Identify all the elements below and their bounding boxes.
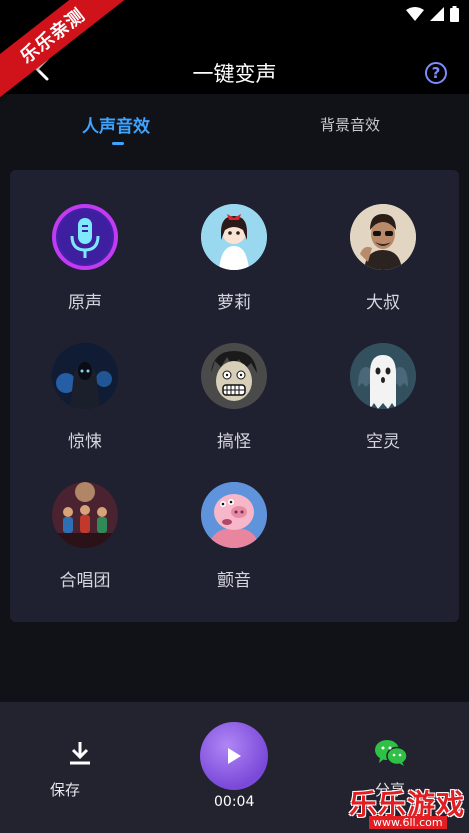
voice-item-funny[interactable]: 搞怪 xyxy=(164,343,304,452)
active-tab-indicator xyxy=(112,142,124,145)
voice-label: 萝莉 xyxy=(217,293,251,313)
voice-item-choir[interactable]: 合唱团 xyxy=(15,482,155,591)
voice-item-ethereal[interactable]: 空灵 xyxy=(313,343,453,452)
anime-girl-avatar xyxy=(201,204,267,270)
watermark-url: www.6ll.com xyxy=(369,816,447,829)
site-watermark: 乐乐游戏 www.6ll.com xyxy=(349,783,467,831)
download-icon xyxy=(70,742,90,765)
ghost-avatar xyxy=(350,343,416,409)
man-with-sunglasses-avatar xyxy=(350,204,416,270)
choir-band-avatar xyxy=(52,482,118,548)
voice-label: 原声 xyxy=(68,293,102,313)
save-label[interactable]: 保存 xyxy=(50,779,80,800)
playback-time: 00:04 xyxy=(214,794,255,810)
voice-item-loli[interactable]: 萝莉 xyxy=(164,204,304,313)
voice-item-uncle[interactable]: 大叔 xyxy=(313,204,453,313)
voice-label: 惊悚 xyxy=(68,432,102,452)
pig-avatar xyxy=(201,482,267,548)
page-title: 一键变声 xyxy=(192,62,277,86)
voice-item-original[interactable]: 原声 xyxy=(15,204,155,313)
voice-item-vibrato[interactable]: 颤音 xyxy=(164,482,304,591)
dark-ghost-figure-avatar xyxy=(52,343,118,409)
voice-label: 颤音 xyxy=(217,571,251,591)
battery-icon xyxy=(450,6,459,22)
voice-effects-panel: 原声 萝莉 大叔 惊悚 搞怪 空灵 合唱团 颤音 xyxy=(10,170,459,622)
tab-bar: 人声音效 背景音效 xyxy=(0,94,469,156)
tab-human-voice-effects[interactable]: 人声音效 xyxy=(82,112,150,137)
save-button[interactable] xyxy=(58,740,102,770)
wifi-icon xyxy=(406,7,424,21)
voice-item-horror[interactable]: 惊悚 xyxy=(15,343,155,452)
voice-label: 空灵 xyxy=(366,432,400,452)
help-icon[interactable]: ? xyxy=(425,62,447,84)
screaming-face-avatar xyxy=(201,343,267,409)
play-button[interactable] xyxy=(200,722,268,790)
voice-label: 搞怪 xyxy=(217,432,251,452)
signal-icon xyxy=(430,7,444,21)
play-icon xyxy=(228,748,241,764)
microphone-icon xyxy=(52,204,118,270)
voice-label: 合唱团 xyxy=(59,571,111,591)
tab-background-sound-effects[interactable]: 背景音效 xyxy=(320,114,380,135)
wechat-icon[interactable] xyxy=(374,738,408,768)
voice-label: 大叔 xyxy=(366,293,400,313)
